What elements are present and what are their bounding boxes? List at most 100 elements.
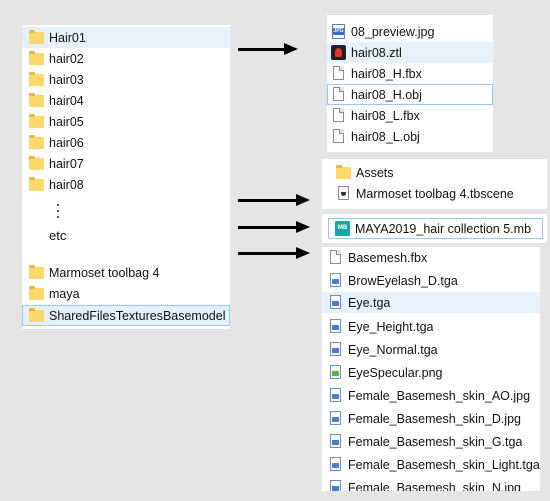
folder-icon (29, 285, 45, 302)
file-icon (331, 128, 347, 145)
arrow-icon (238, 247, 310, 259)
file-item[interactable]: hair08_L.fbx (327, 105, 493, 126)
main-folder-list: Hair01 hair02 hair03 hair04 hair05 hair0… (22, 25, 230, 329)
file-item[interactable]: hair08.ztl (327, 42, 493, 63)
folder-icon (29, 50, 45, 67)
image-file-icon (328, 294, 344, 311)
folder-item[interactable]: Assets (322, 162, 547, 183)
file-label: hair08.ztl (351, 45, 402, 60)
folder-icon (29, 155, 45, 172)
file-item[interactable]: Female_Basemesh_skin_AO.jpg (322, 385, 540, 406)
folder-label: hair06 (49, 135, 84, 150)
file-item[interactable]: Eye_Height.tga (322, 316, 540, 337)
file-item[interactable]: Female_Basemesh_skin_D.jpg (322, 408, 540, 429)
hair08-file-list: JPG 08_preview.jpg hair08.ztl hair08_H.f… (327, 15, 493, 152)
file-item[interactable]: Eye_Normal.tga (322, 339, 540, 360)
folder-icon (336, 164, 352, 181)
file-item[interactable]: Female_Basemesh_skin_G.tga (322, 431, 540, 452)
folder-item[interactable]: Marmoset toolbag 4 (22, 262, 230, 283)
ellipsis-icon (57, 204, 60, 222)
folder-icon (29, 71, 45, 88)
file-label: Female_Basemesh_skin_AO.jpg (348, 388, 531, 403)
file-label: MAYA2019_hair collection 5.mb (355, 221, 532, 236)
image-file-icon (328, 341, 344, 358)
file-item[interactable]: hair08_L.obj (327, 126, 493, 147)
file-label: hair08_L.obj (351, 129, 420, 144)
folder-label: hair02 (49, 51, 84, 66)
folder-label: hair07 (49, 156, 84, 171)
file-label: Eye_Normal.tga (348, 342, 438, 357)
image-file-icon (328, 433, 344, 450)
file-label: Female_Basemesh_skin_Light.tga (348, 457, 540, 472)
folder-item[interactable]: maya (22, 283, 230, 304)
folder-label: hair08 (49, 177, 84, 192)
folder-label: Hair01 (49, 30, 86, 45)
file-label: hair08_L.fbx (351, 108, 420, 123)
png-file-icon (328, 364, 344, 381)
folder-label: hair05 (49, 114, 84, 129)
arrow-icon (238, 194, 310, 206)
folder-item[interactable]: hair08 (22, 174, 230, 195)
maya-file-icon: MB (335, 220, 351, 237)
folder-item[interactable]: hair03 (22, 69, 230, 90)
file-item[interactable]: BrowEyelash_D.tga (322, 270, 540, 291)
file-label: EyeSpecular.png (348, 365, 443, 380)
file-label: Female_Basemesh_skin_D.jpg (348, 411, 522, 426)
image-file-icon (328, 456, 344, 473)
folder-label: hair04 (49, 93, 84, 108)
file-label: hair08_H.fbx (351, 66, 422, 81)
folder-icon (29, 29, 45, 46)
marmoset-file-list: Assets Marmoset toolbag 4.tbscene (322, 159, 547, 209)
folder-item[interactable]: Hair01 (22, 27, 230, 48)
file-item[interactable]: hair08_H.fbx (327, 63, 493, 84)
scene-file-icon (336, 185, 352, 202)
file-item[interactable]: JPG 08_preview.jpg (327, 21, 493, 42)
folder-label: SharedFilesTexturesBasemodel (49, 308, 226, 323)
image-file-icon (328, 318, 344, 335)
folder-item[interactable]: hair02 (22, 48, 230, 69)
folder-icon (29, 113, 45, 130)
file-item[interactable]: Female_Basemesh_skin_N.jpg (322, 477, 540, 491)
folder-label: hair03 (49, 72, 84, 87)
file-label: hair08_H.obj (351, 87, 422, 102)
file-label: Female_Basemesh_skin_N.jpg (348, 480, 522, 492)
image-file-icon (328, 387, 344, 404)
file-item[interactable]: Eye.tga (322, 292, 540, 313)
file-icon (331, 107, 347, 124)
file-icon (331, 86, 347, 103)
file-label: Eye.tga (348, 295, 391, 310)
file-label: Eye_Height.tga (348, 319, 434, 334)
folder-label: Marmoset toolbag 4 (49, 265, 160, 280)
zbrush-file-icon (331, 44, 347, 61)
file-item[interactable]: hair08_H.obj (327, 84, 493, 105)
folder-label: maya (49, 286, 80, 301)
maya-file-list: MB MAYA2019_hair collection 5.mb (322, 214, 547, 243)
folder-label: Assets (356, 165, 394, 180)
file-label: Female_Basemesh_skin_G.tga (348, 434, 523, 449)
file-label: Basemesh.fbx (348, 250, 428, 265)
folder-icon (29, 134, 45, 151)
file-label: Marmoset toolbag 4.tbscene (356, 186, 514, 201)
folder-item[interactable]: SharedFilesTexturesBasemodel (22, 305, 230, 326)
etc-label: etc (49, 228, 67, 243)
folder-item[interactable]: hair05 (22, 111, 230, 132)
folder-icon (29, 92, 45, 109)
jpg-file-icon: JPG (331, 23, 347, 40)
image-file-icon (328, 410, 344, 427)
file-label: 08_preview.jpg (351, 24, 435, 39)
image-file-icon (328, 479, 344, 491)
arrow-icon (238, 221, 310, 233)
image-file-icon (328, 272, 344, 289)
file-item[interactable]: MB MAYA2019_hair collection 5.mb (328, 218, 543, 239)
textures-file-list: Basemesh.fbx BrowEyelash_D.tga Eye.tga E… (322, 247, 540, 491)
file-icon (331, 65, 347, 82)
file-item[interactable]: EyeSpecular.png (322, 362, 540, 383)
folder-item[interactable]: hair06 (22, 132, 230, 153)
folder-item[interactable]: hair04 (22, 90, 230, 111)
folder-icon (29, 264, 45, 281)
folder-icon (29, 307, 45, 324)
file-item[interactable]: Basemesh.fbx (322, 247, 540, 268)
file-item[interactable]: Female_Basemesh_skin_Light.tga (322, 454, 540, 475)
file-item[interactable]: Marmoset toolbag 4.tbscene (322, 183, 547, 204)
folder-item[interactable]: hair07 (22, 153, 230, 174)
